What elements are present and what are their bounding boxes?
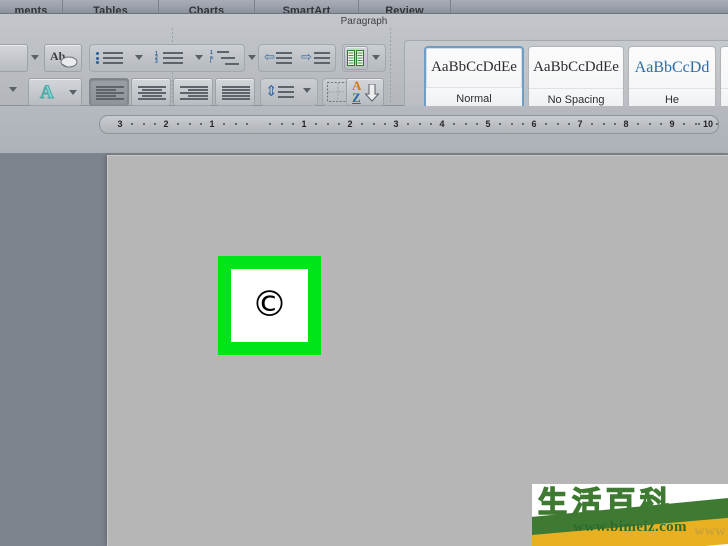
bullet-lines-icon (103, 52, 123, 64)
ruler-number-1: 1 (301, 119, 307, 129)
multilevel-line-1 (217, 51, 229, 55)
horizontal-ruler[interactable]: 3 2 1 1 2 3 4 5 6 7 8 9 10 (99, 115, 719, 134)
highlight-button[interactable]: Ab (44, 44, 82, 72)
bullet-dots-icon (96, 52, 99, 64)
ruler-number-7: 7 (577, 119, 583, 129)
sort-button[interactable]: A Z (346, 78, 384, 106)
style-preview-normal: AaBbCcDdEe (431, 59, 517, 75)
ruler-number-3: 3 (393, 119, 399, 129)
style-item-no-spacing[interactable]: AaBbCcDdEe No Spacing (528, 46, 624, 112)
columns-button[interactable] (344, 46, 368, 70)
change-case-chevron-down-icon[interactable] (31, 55, 39, 60)
ruler-number-2: 2 (347, 119, 353, 129)
multilevel-line-3 (225, 63, 239, 65)
style-item-heading-1[interactable]: AaBbCcDd He (628, 46, 716, 112)
shape-fill-area[interactable]: © (231, 269, 308, 342)
ruler-number-6: 6 (531, 119, 537, 129)
tab-strip-filler (450, 0, 728, 13)
justify-button[interactable] (215, 78, 255, 106)
style-item-normal[interactable]: AaBbCcDdEe Normal (424, 46, 524, 112)
tab-tables[interactable]: Tables (62, 0, 158, 13)
watermark: 生活百科 www www.bimeiz.com (532, 484, 728, 546)
ruler-number-8: 8 (623, 119, 629, 129)
bulleted-list-button[interactable] (90, 45, 129, 71)
highlighter-pen-icon (60, 56, 78, 68)
decrease-indent-lines-icon (276, 52, 292, 64)
text-effects-chevron-down-icon (69, 90, 77, 95)
ruler-number-left-2: 2 (163, 119, 169, 129)
ruler-number-4: 4 (439, 119, 445, 129)
ruler-number-9: 9 (669, 119, 675, 129)
style-preview-no-spacing: AaBbCcDdEe (533, 59, 619, 75)
line-spacing-chevron-down-icon[interactable] (303, 88, 311, 93)
ruler-number-left-1: 1 (209, 119, 215, 129)
tab-documents[interactable]: ments (0, 0, 62, 14)
align-center-button[interactable] (131, 78, 171, 106)
multilevel-digits-icon: 1ai (210, 50, 213, 65)
style-preview-heading-1: AaBbCcDd (634, 58, 710, 76)
numbered-list-button[interactable]: 123 (150, 45, 189, 71)
bulleted-list-dropdown[interactable] (129, 45, 148, 71)
paragraph-group-label: Paragraph (340, 16, 388, 27)
ribbon-tab-strip: ments Tables Charts SmartArt Review (0, 0, 728, 14)
group-separator-right (390, 28, 391, 104)
tab-smartart[interactable]: SmartArt (254, 0, 358, 13)
ruler-number-left-3: 3 (117, 119, 123, 129)
increase-indent-lines-icon (314, 52, 330, 64)
sort-arrow-down-icon (365, 84, 379, 102)
ruler-area: 3 2 1 1 2 3 4 5 6 7 8 9 10 (0, 106, 728, 244)
align-left-button[interactable] (89, 78, 129, 106)
columns-chevron-down-icon[interactable] (372, 55, 380, 60)
copyright-symbol: © (251, 283, 288, 325)
style-item-heading-2-partial[interactable]: AaBbC He (720, 46, 728, 112)
bulleted-list-chevron-down-icon (135, 55, 143, 60)
tab-review-label: Review (385, 5, 424, 14)
numbered-lines-icon (163, 52, 183, 64)
columns-icon (347, 50, 364, 66)
watermark-chinese-text: 生活百科 (537, 485, 675, 519)
align-right-icon (180, 86, 208, 100)
multilevel-line-2 (221, 57, 235, 61)
watermark-url: www.bimeiz.com (573, 519, 687, 535)
increase-indent-button[interactable]: ⇨ (297, 45, 335, 71)
tab-tables-label: Tables (93, 5, 128, 14)
ribbon: Paragraph Aa Ab A (0, 14, 728, 118)
multilevel-list-chevron-down-icon[interactable] (248, 55, 256, 60)
style-preview-heading-2: AaBbC (721, 47, 728, 88)
arrow-right-icon: ⇨ (301, 49, 312, 64)
up-down-arrow-icon: ⇕ (265, 83, 278, 100)
font-color-chevron-down-icon[interactable] (9, 87, 17, 92)
word-application-window: ments Tables Charts SmartArt Review Para… (0, 0, 728, 546)
align-center-icon (138, 86, 166, 100)
arrow-left-icon: ⇦ (264, 49, 275, 64)
text-effects-button[interactable]: A (28, 78, 82, 106)
tab-smartart-label: SmartArt (282, 5, 331, 14)
decrease-indent-button[interactable]: ⇦ (259, 45, 297, 71)
selected-shape-border[interactable]: © (218, 256, 321, 355)
tab-charts-label: Charts (188, 5, 225, 14)
tab-review[interactable]: Review (358, 0, 450, 13)
number-digits-icon: 123 (155, 51, 158, 65)
tab-documents-label: ments (14, 5, 48, 14)
align-left-icon (96, 86, 124, 100)
numbered-list-chevron-down-icon (195, 55, 203, 60)
ruler-number-5: 5 (485, 119, 491, 129)
text-effects-icon: A (40, 82, 55, 104)
change-case-button[interactable]: Aa (0, 44, 28, 72)
align-right-button[interactable] (173, 78, 213, 106)
tab-charts[interactable]: Charts (158, 0, 254, 13)
line-spacing-lines-icon (278, 86, 294, 98)
sort-letter-z-icon: Z (352, 90, 361, 105)
line-spacing-button[interactable]: ⇕ (261, 79, 299, 105)
ruler-number-10: 10 (702, 119, 714, 129)
justify-icon (222, 86, 250, 100)
multilevel-list-button[interactable]: 1ai (206, 45, 245, 71)
